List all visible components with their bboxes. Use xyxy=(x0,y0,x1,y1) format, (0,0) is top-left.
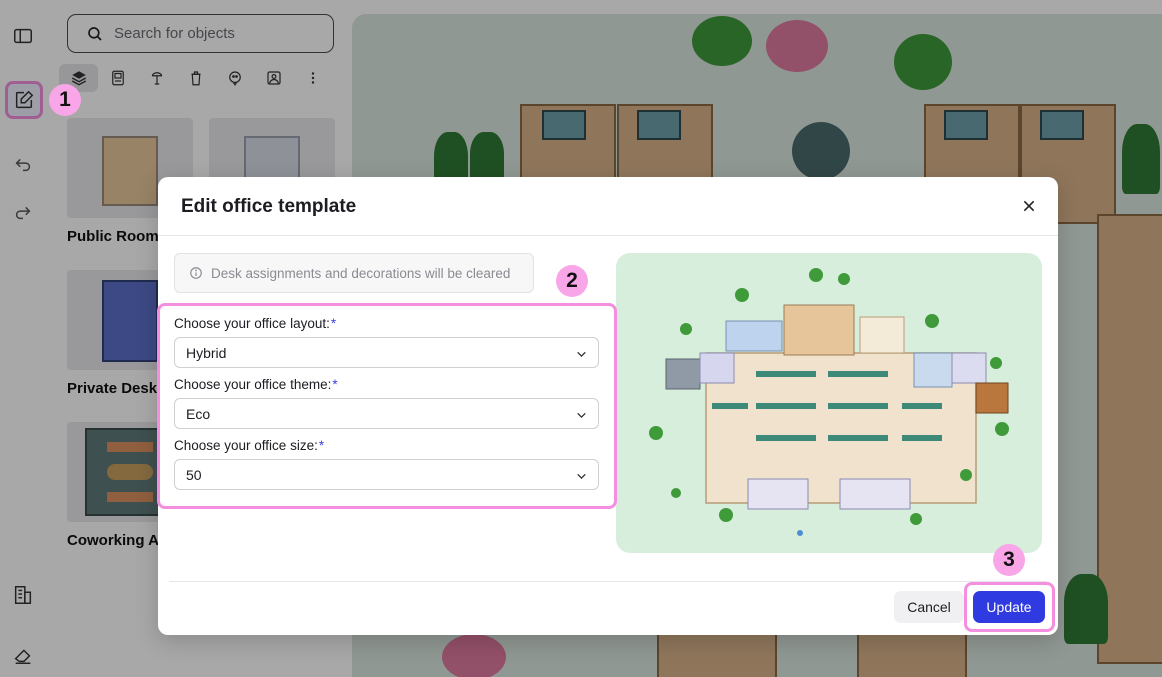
close-button[interactable] xyxy=(1018,195,1040,217)
dialog-title: Edit office template xyxy=(181,196,357,217)
notice-text: Desk assignments and decorations will be… xyxy=(211,265,511,281)
step-2-badge: 2 xyxy=(556,265,588,297)
clear-warning-notice: Desk assignments and decorations will be… xyxy=(174,253,534,293)
cancel-button[interactable]: Cancel xyxy=(894,591,964,623)
info-icon xyxy=(190,267,202,279)
header-divider xyxy=(158,235,1058,236)
step-2-highlight xyxy=(157,303,617,509)
office-layout-preview xyxy=(616,253,1042,553)
footer-divider xyxy=(169,581,1047,582)
step-3-highlight xyxy=(964,582,1055,632)
step-1-badge: 1 xyxy=(49,84,81,116)
step-3-badge: 3 xyxy=(993,544,1025,576)
close-icon xyxy=(1023,200,1035,212)
office-preview-image xyxy=(649,268,1009,536)
